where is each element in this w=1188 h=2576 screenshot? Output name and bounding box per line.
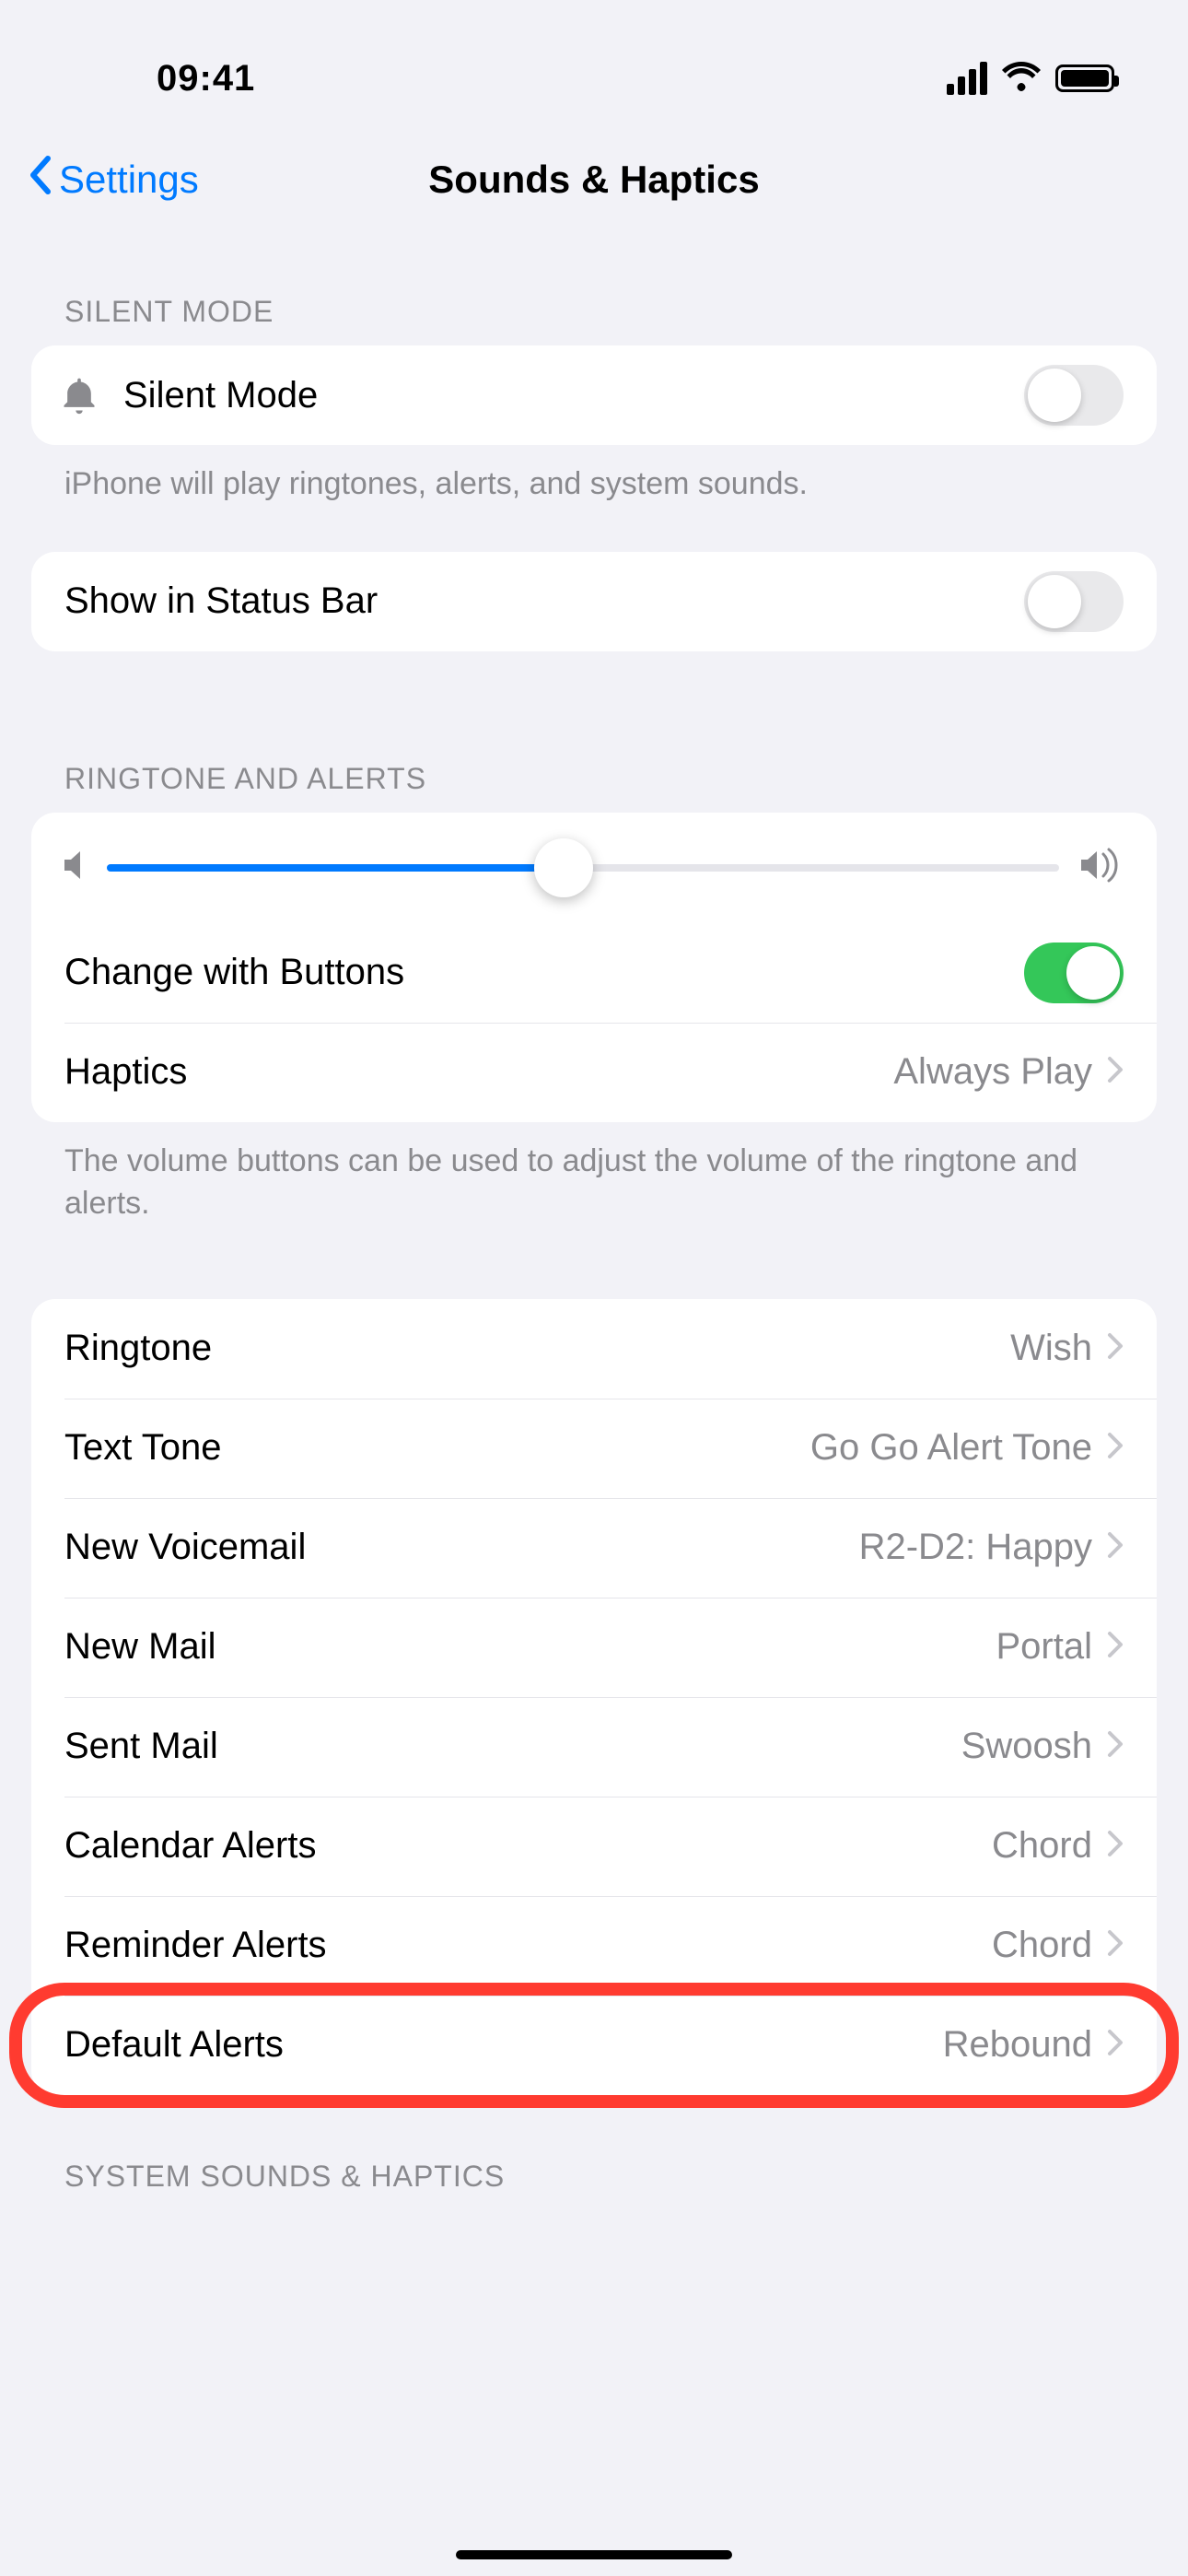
chevron-right-icon [1107,2029,1124,2061]
row-label: New Mail [64,1626,996,1668]
status-bar: 09:41 [0,0,1188,129]
status-icons [947,62,1133,96]
navigation-bar: Settings Sounds & Haptics [0,129,1188,230]
row-calendar-alerts[interactable]: Calendar AlertsChord [31,1797,1157,1896]
row-new-mail[interactable]: New MailPortal [31,1598,1157,1697]
row-value: Go Go Alert Tone [810,1427,1092,1469]
volume-high-icon [1081,847,1124,888]
volume-slider-track[interactable] [107,864,1059,872]
row-label: Reminder Alerts [64,1925,992,1966]
chevron-right-icon [1107,1332,1124,1364]
row-label: Text Tone [64,1427,810,1469]
battery-icon [1055,64,1114,92]
back-label: Settings [59,158,199,202]
row-label: Ringtone [64,1328,1010,1369]
row-label: Silent Mode [123,375,1024,416]
row-new-voicemail[interactable]: New VoicemailR2-D2: Happy [31,1498,1157,1598]
section-header-silent-mode: SILENT MODE [0,295,1188,345]
chevron-right-icon [1107,1631,1124,1663]
chevron-right-icon [1107,1730,1124,1762]
row-value: Swoosh [961,1726,1092,1767]
cellular-signal-icon [947,62,987,95]
section-ringtone-alerts: RINGTONE AND ALERTS Change with Buttons … [0,762,1188,1225]
row-value: R2-D2: Happy [859,1527,1092,1568]
row-sent-mail[interactable]: Sent MailSwoosh [31,1697,1157,1797]
row-label: Show in Status Bar [64,580,1024,622]
chevron-right-icon [1107,1531,1124,1563]
row-ringtone[interactable]: RingtoneWish [31,1299,1157,1399]
row-value: Wish [1010,1328,1092,1369]
row-label: New Voicemail [64,1527,859,1568]
section-status-bar: Show in Status Bar [0,552,1188,651]
row-reminder-alerts[interactable]: Reminder AlertsChord [31,1896,1157,1996]
row-label: Default Alerts [64,2024,943,2066]
row-text-tone[interactable]: Text ToneGo Go Alert Tone [31,1399,1157,1498]
section-sounds-list: RingtoneWishText ToneGo Go Alert ToneNew… [0,1299,1188,2095]
row-silent-mode[interactable]: Silent Mode [31,345,1157,445]
page-title: Sounds & Haptics [428,158,759,202]
volume-low-icon [64,849,85,885]
row-change-with-buttons[interactable]: Change with Buttons [31,923,1157,1023]
change-with-buttons-toggle[interactable] [1024,943,1124,1003]
chevron-right-icon [1107,1056,1124,1088]
row-volume-slider[interactable] [31,813,1157,923]
row-value: Portal [996,1626,1093,1668]
status-time: 09:41 [55,58,255,100]
row-haptics[interactable]: Haptics Always Play [31,1023,1157,1122]
row-label: Calendar Alerts [64,1825,992,1867]
section-silent-mode: SILENT MODE Silent Mode iPhone will play… [0,295,1188,506]
home-indicator[interactable] [456,2550,732,2559]
row-label: Change with Buttons [64,952,1024,993]
section-footer-silent-mode: iPhone will play ringtones, alerts, and … [0,445,1188,506]
chevron-right-icon [1107,1432,1124,1464]
section-header-system-sounds: SYSTEM SOUNDS & HAPTICS [0,2095,1188,2194]
section-footer-ringtone-alerts: The volume buttons can be used to adjust… [0,1122,1188,1225]
row-value: Always Play [893,1051,1092,1093]
bell-icon [59,375,123,416]
section-header-ringtone-alerts: RINGTONE AND ALERTS [0,762,1188,813]
row-value: Chord [992,1925,1092,1966]
row-value: Chord [992,1825,1092,1867]
wifi-icon [1002,62,1041,96]
chevron-left-icon [28,155,53,205]
chevron-right-icon [1107,1929,1124,1961]
row-value: Rebound [943,2024,1092,2066]
row-default-alerts[interactable]: Default AlertsRebound [31,1996,1157,2095]
volume-slider-thumb[interactable] [534,838,593,897]
row-label: Haptics [64,1051,893,1093]
row-label: Sent Mail [64,1726,961,1767]
show-in-status-bar-toggle[interactable] [1024,571,1124,632]
back-button[interactable]: Settings [28,155,199,205]
chevron-right-icon [1107,1830,1124,1862]
volume-slider-fill [107,864,564,872]
row-show-in-status-bar[interactable]: Show in Status Bar [31,552,1157,651]
silent-mode-toggle[interactable] [1024,365,1124,426]
